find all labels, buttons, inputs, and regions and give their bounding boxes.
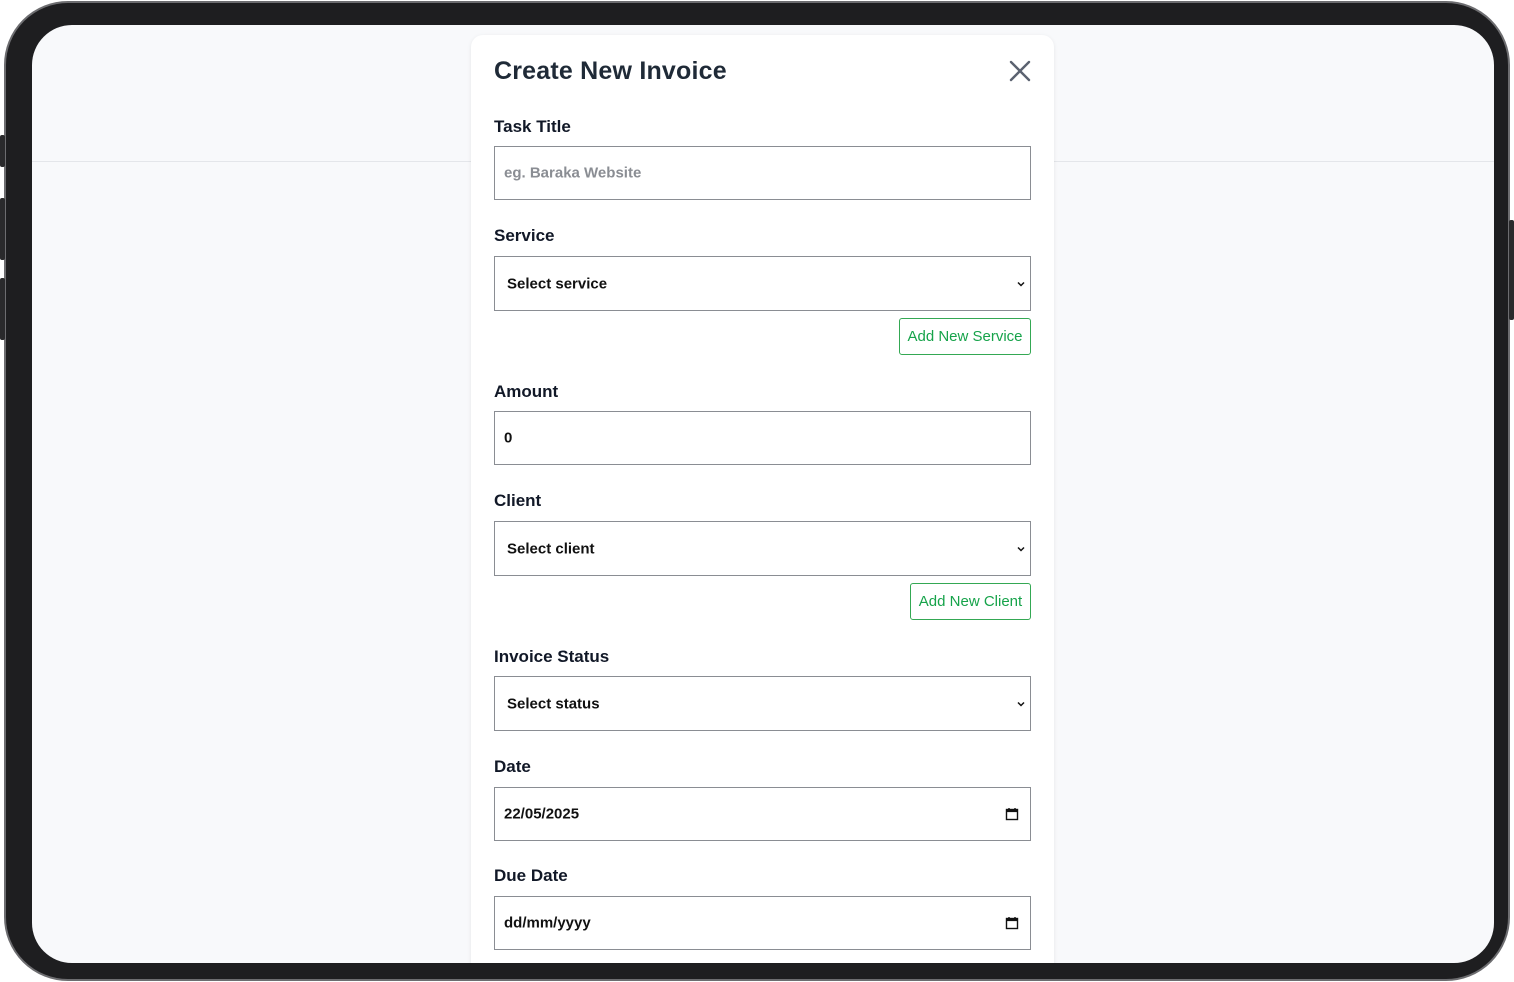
due-date-label: Due Date [494, 866, 568, 885]
close-icon [1009, 60, 1031, 82]
client-label: Client [494, 491, 542, 510]
create-invoice-modal: Create New Invoice Task Title eg. Baraka… [471, 35, 1054, 963]
amount-input[interactable]: 0 [494, 411, 1031, 465]
add-new-client-button[interactable]: Add New Client [910, 583, 1031, 620]
due-date-value: dd/mm/yyyy [504, 914, 591, 932]
due-date-input[interactable]: dd/mm/yyyy [494, 896, 1031, 950]
chevron-down-icon [1017, 546, 1025, 552]
task-title-label: Task Title [494, 117, 571, 136]
service-label: Service [494, 226, 555, 245]
invoice-status-label: Invoice Status [494, 647, 610, 666]
chevron-down-icon [1017, 281, 1025, 287]
client-select[interactable]: Select client [494, 521, 1031, 576]
app-screen: Create New Invoice Task Title eg. Baraka… [32, 25, 1494, 963]
task-title-input[interactable]: eg. Baraka Website [494, 146, 1031, 200]
chevron-down-icon [1017, 701, 1025, 707]
calendar-icon[interactable] [1005, 807, 1019, 821]
device-side-button [0, 135, 5, 167]
service-selected-value: Select service [507, 275, 608, 292]
amount-value: 0 [504, 429, 513, 447]
modal-title: Create New Invoice [494, 57, 727, 85]
add-new-service-button[interactable]: Add New Service [899, 318, 1031, 355]
device-volume-up-button [0, 198, 5, 260]
client-selected-value: Select client [507, 540, 595, 557]
date-label: Date [494, 757, 531, 776]
device-power-button [1509, 220, 1514, 320]
date-input[interactable]: 22/05/2025 [494, 787, 1031, 841]
task-title-placeholder: eg. Baraka Website [504, 164, 642, 182]
amount-label: Amount [494, 382, 559, 401]
close-button[interactable] [1007, 58, 1033, 84]
device-volume-down-button [0, 278, 5, 340]
invoice-status-select[interactable]: Select status [494, 676, 1031, 731]
service-select[interactable]: Select service [494, 256, 1031, 311]
date-value: 22/05/2025 [504, 805, 580, 823]
invoice-status-selected-value: Select status [507, 695, 600, 712]
calendar-icon[interactable] [1005, 916, 1019, 930]
tablet-frame: Create New Invoice Task Title eg. Baraka… [4, 1, 1510, 981]
